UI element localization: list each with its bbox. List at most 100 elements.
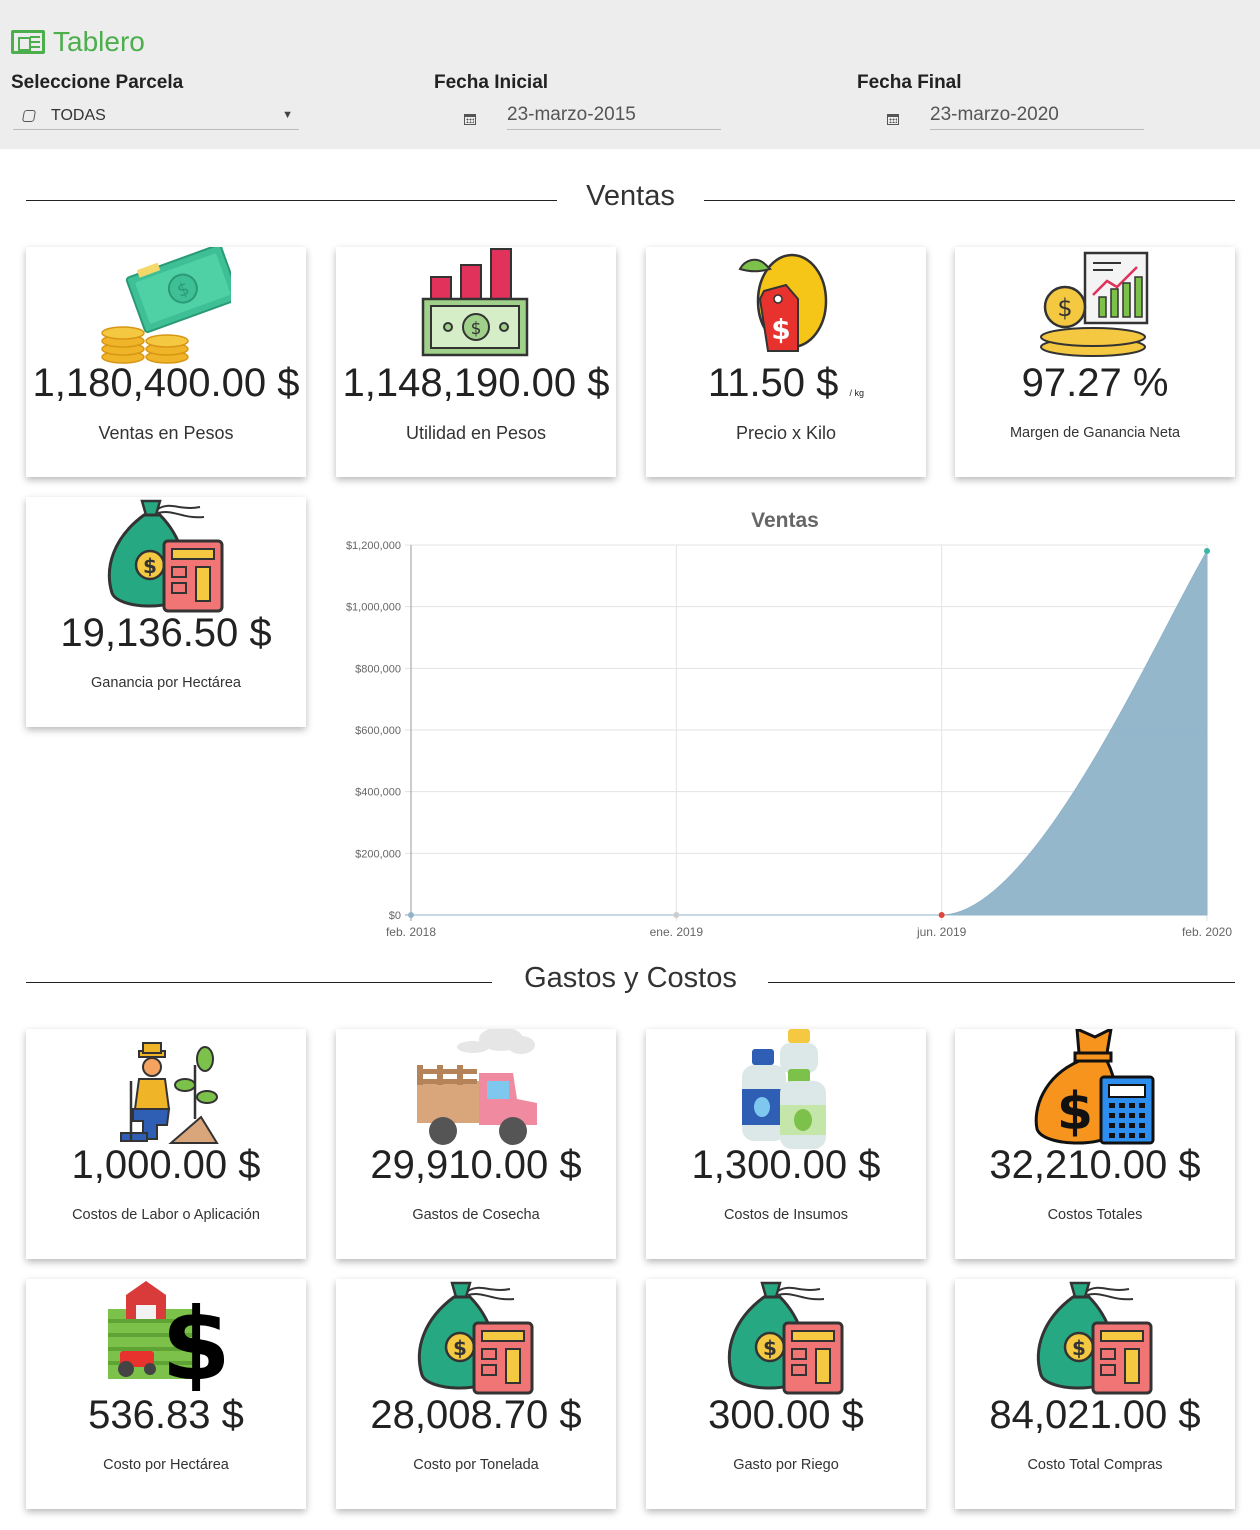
precio-value: 11.50 $ / kg <box>646 361 926 406</box>
fecha-final-label: Fecha Final <box>857 72 962 93</box>
farm-dollar-icon: $ <box>108 1281 226 1391</box>
costos-totales-card: $ 32,210.00 $ Costos Totales <box>955 1029 1235 1259</box>
labor-value: 1,000.00 $ <box>71 1143 261 1187</box>
ventas-section-header: Ventas <box>26 180 1235 220</box>
utilidad-label: Utilidad en Pesos <box>405 423 547 443</box>
farmer-icon <box>120 1042 219 1144</box>
money-bag-calculator-icon: $ <box>417 1281 534 1395</box>
money-icon: $ <box>101 247 231 364</box>
y-tick-label: $200,000 <box>355 848 401 860</box>
x-tick-label: jun. 2019 <box>916 925 967 939</box>
cosecha-card: 29,910.00 $ Gastos de Cosecha <box>336 1029 616 1259</box>
costo-hectarea-label: Costo por Hectárea <box>103 1457 229 1473</box>
ventas-section-title: Ventas <box>586 180 675 212</box>
svg-text:$: $ <box>1057 294 1072 322</box>
calendar-icon <box>887 114 899 125</box>
ganancia-hectarea-label: Ganancia por Hectárea <box>91 675 241 691</box>
ganancia-hectarea-card: $ 19,136.50 $ Ganancia por Hectárea <box>26 497 306 727</box>
insumos-value: 1,300.00 $ <box>691 1143 881 1187</box>
x-tick-label: ene. 2019 <box>650 925 704 939</box>
page-title: Tablero <box>11 26 145 58</box>
margen-label: Margen de Ganancia Neta <box>1009 425 1181 441</box>
y-tick-label: $0 <box>389 910 401 922</box>
svg-text:$: $ <box>471 319 482 339</box>
filter-bar: Tablero Seleccione Parcela TODAS ▼ Fecha… <box>0 0 1260 149</box>
data-point[interactable] <box>1204 548 1210 555</box>
money-bag-calculator-icon: $ <box>1036 1281 1153 1395</box>
ganancia-hectarea-value: 19,136.50 $ <box>60 611 272 655</box>
ventas-card: $ 1,180,400.00 $ Ventas en Pesos <box>26 247 306 477</box>
series-area <box>411 549 1208 916</box>
margin-report-icon: $ <box>1040 251 1149 357</box>
costo-tonelada-label: Costo por Tonelada <box>413 1457 539 1473</box>
utilidad-card: $ 1,148,190.00 $ Utilidad en Pesos <box>336 247 616 477</box>
data-point[interactable] <box>938 912 945 918</box>
parcel-icon <box>21 110 37 122</box>
ventas-value: 1,180,400.00 $ <box>32 361 300 405</box>
fecha-inicial-label: Fecha Inicial <box>434 72 549 93</box>
cosecha-value: 29,910.00 $ <box>370 1143 582 1187</box>
truck-icon <box>417 1029 537 1145</box>
data-point[interactable] <box>408 912 414 918</box>
costo-total-compras-card: $ 84,021.00 $ Costo Total Compras <box>955 1279 1235 1509</box>
gastos-section-title: Gastos y Costos <box>524 962 737 994</box>
svg-text:$: $ <box>771 313 790 346</box>
profit-icon: $ <box>421 248 529 357</box>
dashboard-icon <box>11 30 45 54</box>
costo-total-compras-label: Costo Total Compras <box>1027 1457 1163 1473</box>
y-tick-label: $1,200,000 <box>346 540 401 552</box>
money-bag-calculator-icon: $ <box>107 499 224 613</box>
ventas-chart: Ventas $0 $200,000 $400,000 $600,000 $800,00… <box>330 500 1240 945</box>
gasto-riego-value: 300.00 $ <box>708 1393 864 1437</box>
costo-tonelada-card: $ 28,008.70 $ Costo por Tonelada <box>336 1279 616 1509</box>
ventas-label: Ventas en Pesos <box>98 423 234 443</box>
y-tick-label: $400,000 <box>355 787 401 799</box>
chevron-down-icon: ▼ <box>282 109 293 121</box>
money-bag-calculator-icon: $ <box>727 1281 844 1395</box>
data-point[interactable] <box>673 912 680 918</box>
costo-hectarea-card: $ 536.83 $ Costo por Hectárea <box>26 1279 306 1509</box>
svg-text:$: $ <box>453 1336 467 1360</box>
chart-title: Ventas <box>751 509 819 532</box>
svg-text:$: $ <box>763 1336 777 1360</box>
parcela-select-value: TODAS <box>51 107 106 124</box>
x-tick-label: feb. 2020 <box>1182 925 1232 939</box>
insumos-label: Costos de Insumos <box>723 1207 849 1223</box>
gastos-section-header: Gastos y Costos <box>26 962 1235 1002</box>
fecha-final-value[interactable]: 23-marzo-2020 <box>930 104 1144 130</box>
insumos-card: 1,300.00 $ Costos de Insumos <box>646 1029 926 1259</box>
y-tick-label: $1,000,000 <box>346 602 401 614</box>
precio-card: $ 11.50 $ / kg Precio x Kilo <box>646 247 926 477</box>
costo-tonelada-value: 28,008.70 $ <box>370 1393 582 1437</box>
ventas-chart-svg: Ventas $0 $200,000 $400,000 $600,000 $800,00… <box>346 509 1232 939</box>
costos-totales-value: 32,210.00 $ <box>989 1143 1201 1187</box>
bottles-icon <box>742 1029 826 1149</box>
margen-card: $ 97.27 % Margen de Ganancia Neta <box>955 247 1235 477</box>
costo-hectarea-value: 536.83 $ <box>88 1393 244 1437</box>
labor-label: Costos de Labor o Aplicación <box>72 1207 260 1223</box>
precio-value-text: 11.50 $ <box>707 361 839 405</box>
costo-total-compras-value: 84,021.00 $ <box>989 1393 1201 1437</box>
cosecha-label: Gastos de Cosecha <box>412 1207 540 1223</box>
svg-text:$: $ <box>1072 1336 1086 1360</box>
fecha-inicial-value[interactable]: 23-marzo-2015 <box>507 104 721 130</box>
y-tick-label: $600,000 <box>355 725 401 737</box>
x-tick-label: feb. 2018 <box>386 925 436 939</box>
precio-label: Precio x Kilo <box>735 423 837 443</box>
precio-unit: / kg <box>849 388 865 398</box>
page-title-text: Tablero <box>53 26 145 57</box>
gasto-riego-label: Gasto por Riego <box>733 1457 839 1473</box>
parcela-label: Seleccione Parcela <box>11 72 184 93</box>
parcela-select[interactable]: TODAS ▼ <box>13 104 299 130</box>
svg-text:$: $ <box>1057 1082 1093 1142</box>
utilidad-value: 1,148,190.00 $ <box>342 361 610 405</box>
costos-totales-label: Costos Totales <box>1047 1207 1143 1223</box>
margen-value: 97.27 % <box>1021 361 1169 405</box>
y-tick-label: $800,000 <box>355 663 401 675</box>
labor-card: 1,000.00 $ Costos de Labor o Aplicación <box>26 1029 306 1259</box>
moneybag-calculator-orange-icon: $ <box>1034 1029 1155 1145</box>
svg-text:$: $ <box>143 554 157 578</box>
svg-text:$: $ <box>161 1286 226 1391</box>
gasto-riego-card: $ 300.00 $ Gasto por Riego <box>646 1279 926 1509</box>
lemon-price-icon: $ <box>738 253 828 352</box>
